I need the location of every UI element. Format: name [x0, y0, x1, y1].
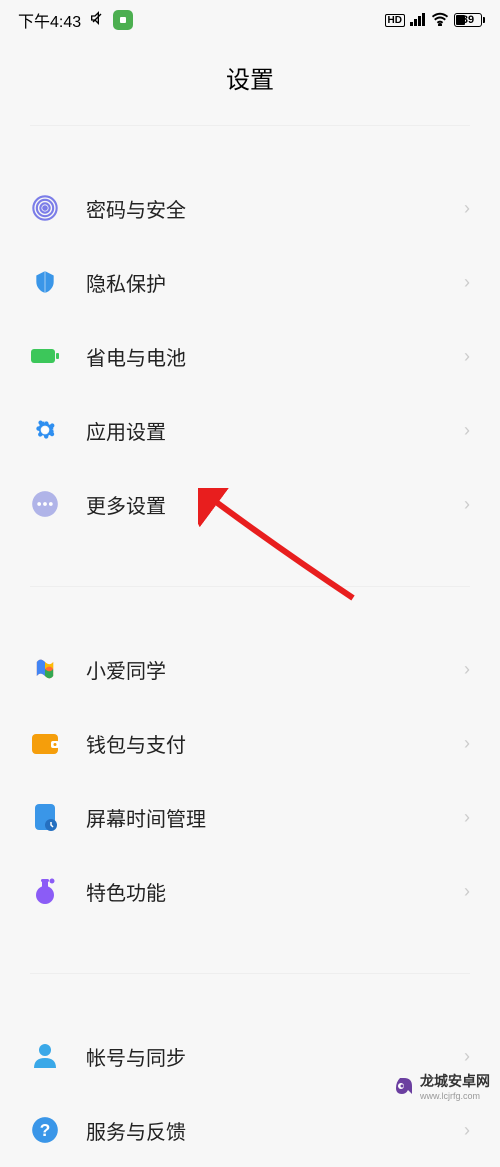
- app-badge-icon: [113, 10, 133, 30]
- status-right: HD 39: [385, 12, 482, 29]
- shield-icon: [30, 267, 60, 297]
- item-xiaoai[interactable]: 小爱同学 ›: [30, 632, 470, 706]
- item-screen-time[interactable]: 屏幕时间管理 ›: [30, 780, 470, 854]
- watermark: 龙城安卓网 www.lcjrfg.com: [392, 1071, 490, 1101]
- settings-group-1: 密码与安全 › 隐私保护 › 省电与电池 › 应用设置 › 更多设置 ›: [0, 171, 500, 541]
- battery-icon: [30, 341, 60, 371]
- status-left: 下午4:43: [18, 8, 133, 32]
- screentime-icon: [30, 802, 60, 832]
- chevron-right-icon: ›: [464, 1120, 470, 1141]
- wifi-icon: [431, 12, 449, 29]
- item-service-feedback[interactable]: ? 服务与反馈 ›: [30, 1093, 470, 1167]
- settings-group-2: 小爱同学 › 钱包与支付 › 屏幕时间管理 › 特色功能 ›: [0, 632, 500, 928]
- item-battery[interactable]: 省电与电池 ›: [30, 319, 470, 393]
- chevron-right-icon: ›: [464, 272, 470, 293]
- item-label: 特色功能: [86, 877, 438, 906]
- chevron-right-icon: ›: [464, 881, 470, 902]
- item-label: 屏幕时间管理: [86, 803, 438, 832]
- chevron-right-icon: ›: [464, 346, 470, 367]
- chevron-right-icon: ›: [464, 807, 470, 828]
- wallet-icon: [30, 728, 60, 758]
- watermark-url: www.lcjrfg.com: [420, 1091, 490, 1101]
- hd-icon: HD: [385, 14, 405, 27]
- item-label: 隐私保护: [86, 268, 438, 297]
- page-title: 设置: [0, 40, 500, 125]
- item-label: 应用设置: [86, 416, 438, 445]
- status-bar: 下午4:43 HD 39: [0, 0, 500, 40]
- item-label: 密码与安全: [86, 194, 438, 223]
- chevron-right-icon: ›: [464, 494, 470, 515]
- watermark-logo-icon: [392, 1074, 416, 1098]
- item-label: 省电与电池: [86, 342, 438, 371]
- item-password-security[interactable]: 密码与安全 ›: [30, 171, 470, 245]
- watermark-text: 龙城安卓网: [420, 1071, 490, 1091]
- item-label: 钱包与支付: [86, 729, 438, 758]
- status-time: 下午4:43: [18, 8, 81, 32]
- xiaoai-icon: [30, 654, 60, 684]
- item-label: 服务与反馈: [86, 1116, 438, 1145]
- battery-percent: 39: [462, 14, 474, 26]
- chevron-right-icon: ›: [464, 198, 470, 219]
- help-icon: ?: [30, 1115, 60, 1145]
- item-label: 帐号与同步: [86, 1042, 438, 1071]
- item-privacy[interactable]: 隐私保护 ›: [30, 245, 470, 319]
- chevron-right-icon: ›: [464, 733, 470, 754]
- flask-icon: [30, 876, 60, 906]
- fingerprint-icon: [30, 193, 60, 223]
- gear-icon: [30, 415, 60, 445]
- item-app-settings[interactable]: 应用设置 ›: [30, 393, 470, 467]
- chevron-right-icon: ›: [464, 659, 470, 680]
- dots-icon: [30, 489, 60, 519]
- chevron-right-icon: ›: [464, 420, 470, 441]
- item-wallet[interactable]: 钱包与支付 ›: [30, 706, 470, 780]
- signal-icon: [410, 12, 426, 29]
- battery-icon: 39: [454, 13, 482, 27]
- mute-icon: [89, 10, 105, 31]
- chevron-right-icon: ›: [464, 1046, 470, 1067]
- item-label: 更多设置: [86, 490, 438, 519]
- item-more-settings[interactable]: 更多设置 ›: [30, 467, 470, 541]
- account-icon: [30, 1041, 60, 1071]
- item-label: 小爱同学: [86, 655, 438, 684]
- svg-text:?: ?: [40, 1120, 51, 1140]
- item-special-features[interactable]: 特色功能 ›: [30, 854, 470, 928]
